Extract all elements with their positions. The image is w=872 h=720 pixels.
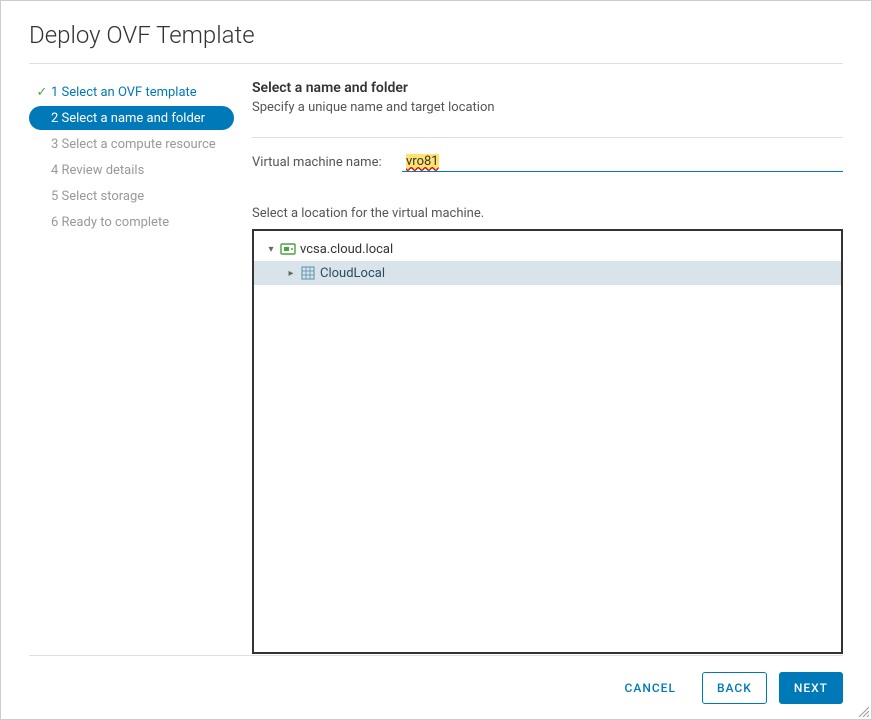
divider xyxy=(252,137,843,138)
vm-name-row: Virtual machine name: vro81 xyxy=(252,152,843,172)
step-label: 6 Ready to complete xyxy=(51,215,169,230)
dialog-header: Deploy OVF Template xyxy=(29,1,843,64)
vcenter-icon xyxy=(280,241,296,257)
step-ready-to-complete[interactable]: 6 Ready to complete xyxy=(29,210,234,234)
step-label: 5 Select storage xyxy=(51,189,144,204)
dialog-footer: CANCEL BACK NEXT xyxy=(29,655,843,719)
vm-name-value: vro81 xyxy=(406,154,439,169)
vm-name-label: Virtual machine name: xyxy=(252,155,402,172)
step-select-name-folder[interactable]: 2 Select a name and folder xyxy=(29,106,234,130)
dialog-body: ✓ 1 Select an OVF template 2 Select a na… xyxy=(1,64,871,639)
twisty-closed-icon[interactable]: ▸ xyxy=(284,268,298,279)
dialog-title: Deploy OVF Template xyxy=(29,21,843,49)
step-label: 1 Select an OVF template xyxy=(51,85,197,100)
step-label: 4 Review details xyxy=(51,163,144,178)
next-button[interactable]: NEXT xyxy=(779,672,843,704)
step-select-storage[interactable]: 5 Select storage xyxy=(29,184,234,208)
twisty-open-icon[interactable]: ▾ xyxy=(264,244,278,255)
cancel-button[interactable]: CANCEL xyxy=(611,672,690,704)
tree-node-datacenter[interactable]: ▸ CloudLocal xyxy=(254,261,841,285)
back-button[interactable]: BACK xyxy=(702,672,767,704)
ovf-deploy-dialog: Deploy OVF Template ✓ 1 Select an OVF te… xyxy=(0,0,872,720)
step-select-ovf-template[interactable]: ✓ 1 Select an OVF template xyxy=(29,80,234,104)
wizard-steps-sidebar: ✓ 1 Select an OVF template 2 Select a na… xyxy=(29,64,234,639)
check-icon: ✓ xyxy=(33,85,51,100)
location-label: Select a location for the virtual machin… xyxy=(252,206,843,221)
section-title: Select a name and folder xyxy=(252,80,843,96)
step-review-details[interactable]: 4 Review details xyxy=(29,158,234,182)
section-subtitle: Specify a unique name and target locatio… xyxy=(252,100,843,115)
vm-name-input[interactable]: vro81 xyxy=(402,152,843,172)
datacenter-icon xyxy=(300,265,316,281)
tree-node-label: CloudLocal xyxy=(320,266,385,281)
step-select-compute-resource[interactable]: 3 Select a compute resource xyxy=(29,132,234,156)
resize-handle-icon[interactable] xyxy=(857,705,869,717)
step-label: 3 Select a compute resource xyxy=(51,137,216,152)
tree-node-vcenter[interactable]: ▾ vcsa.cloud.local xyxy=(254,237,841,261)
step-label: 2 Select a name and folder xyxy=(51,111,205,126)
location-tree[interactable]: ▾ vcsa.cloud.local ▸ xyxy=(252,229,843,654)
tree-node-label: vcsa.cloud.local xyxy=(300,242,393,257)
wizard-content: Select a name and folder Specify a uniqu… xyxy=(234,64,843,639)
